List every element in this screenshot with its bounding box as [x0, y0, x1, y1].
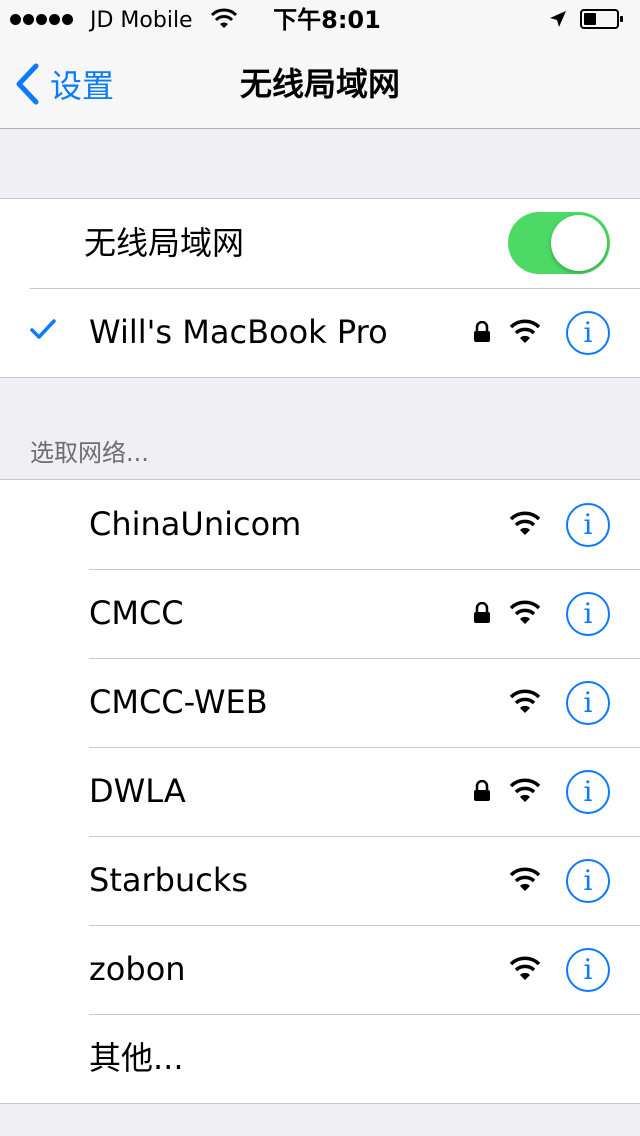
wifi-group: 无线局域网 Will's MacBook Pro i: [0, 198, 640, 378]
other-network-label: 其他...: [89, 1039, 184, 1077]
network-name: CMCC-WEB: [89, 683, 268, 721]
network-row[interactable]: CMCC-WEB i: [0, 658, 640, 748]
wifi-toggle-label: 无线局域网: [84, 224, 245, 262]
info-button[interactable]: i: [566, 311, 610, 355]
wifi-signal-icon: [509, 319, 541, 343]
info-button[interactable]: i: [566, 948, 610, 992]
lock-icon: [474, 321, 490, 342]
network-name: Starbucks: [89, 861, 249, 899]
lock-icon: [474, 780, 490, 801]
network-row[interactable]: zobon i: [0, 925, 640, 1015]
network-name: DWLA: [89, 772, 186, 810]
navigation-bar: 设置 无线局域网: [0, 40, 640, 129]
toggle-knob: [551, 215, 607, 271]
status-bar: JD Mobile 下午8:01: [0, 0, 640, 40]
wifi-status-icon: [210, 8, 238, 28]
battery-icon: [580, 9, 623, 29]
info-button[interactable]: i: [566, 770, 610, 814]
lock-icon: [474, 602, 490, 623]
signal-strength-icon: [10, 14, 73, 26]
wifi-signal-icon: [509, 956, 541, 980]
wifi-toggle-row: 无线局域网: [0, 199, 640, 289]
network-name: zobon: [89, 950, 186, 988]
status-time: 下午8:01: [273, 6, 381, 34]
network-list: ChinaUnicom i CMCC i CMCC-WEB i DWLA i Starbucks…: [0, 479, 640, 1104]
section-header: 选取网络...: [30, 439, 149, 467]
wifi-toggle-switch[interactable]: [508, 212, 610, 274]
network-row[interactable]: DWLA i: [0, 747, 640, 837]
wifi-signal-icon: [509, 867, 541, 891]
page-title: 无线局域网: [239, 65, 400, 103]
wifi-signal-icon: [509, 778, 541, 802]
wifi-signal-icon: [509, 689, 541, 713]
info-button[interactable]: i: [566, 859, 610, 903]
network-row[interactable]: Starbucks i: [0, 836, 640, 926]
checkmark-icon: [30, 319, 56, 339]
other-network-row[interactable]: 其他...: [0, 1014, 640, 1103]
wifi-signal-icon: [509, 511, 541, 535]
location-arrow-icon: [550, 11, 566, 27]
connected-network-name: Will's MacBook Pro: [89, 313, 388, 351]
wifi-signal-icon: [509, 600, 541, 624]
network-row[interactable]: CMCC i: [0, 569, 640, 659]
info-button[interactable]: i: [566, 681, 610, 725]
network-row[interactable]: ChinaUnicom i: [0, 480, 640, 570]
carrier-name: JD Mobile: [90, 8, 193, 33]
info-button[interactable]: i: [566, 503, 610, 547]
info-button[interactable]: i: [566, 592, 610, 636]
connected-network-row[interactable]: Will's MacBook Pro i: [0, 288, 640, 377]
network-name: ChinaUnicom: [89, 505, 302, 543]
network-name: CMCC: [89, 594, 184, 632]
